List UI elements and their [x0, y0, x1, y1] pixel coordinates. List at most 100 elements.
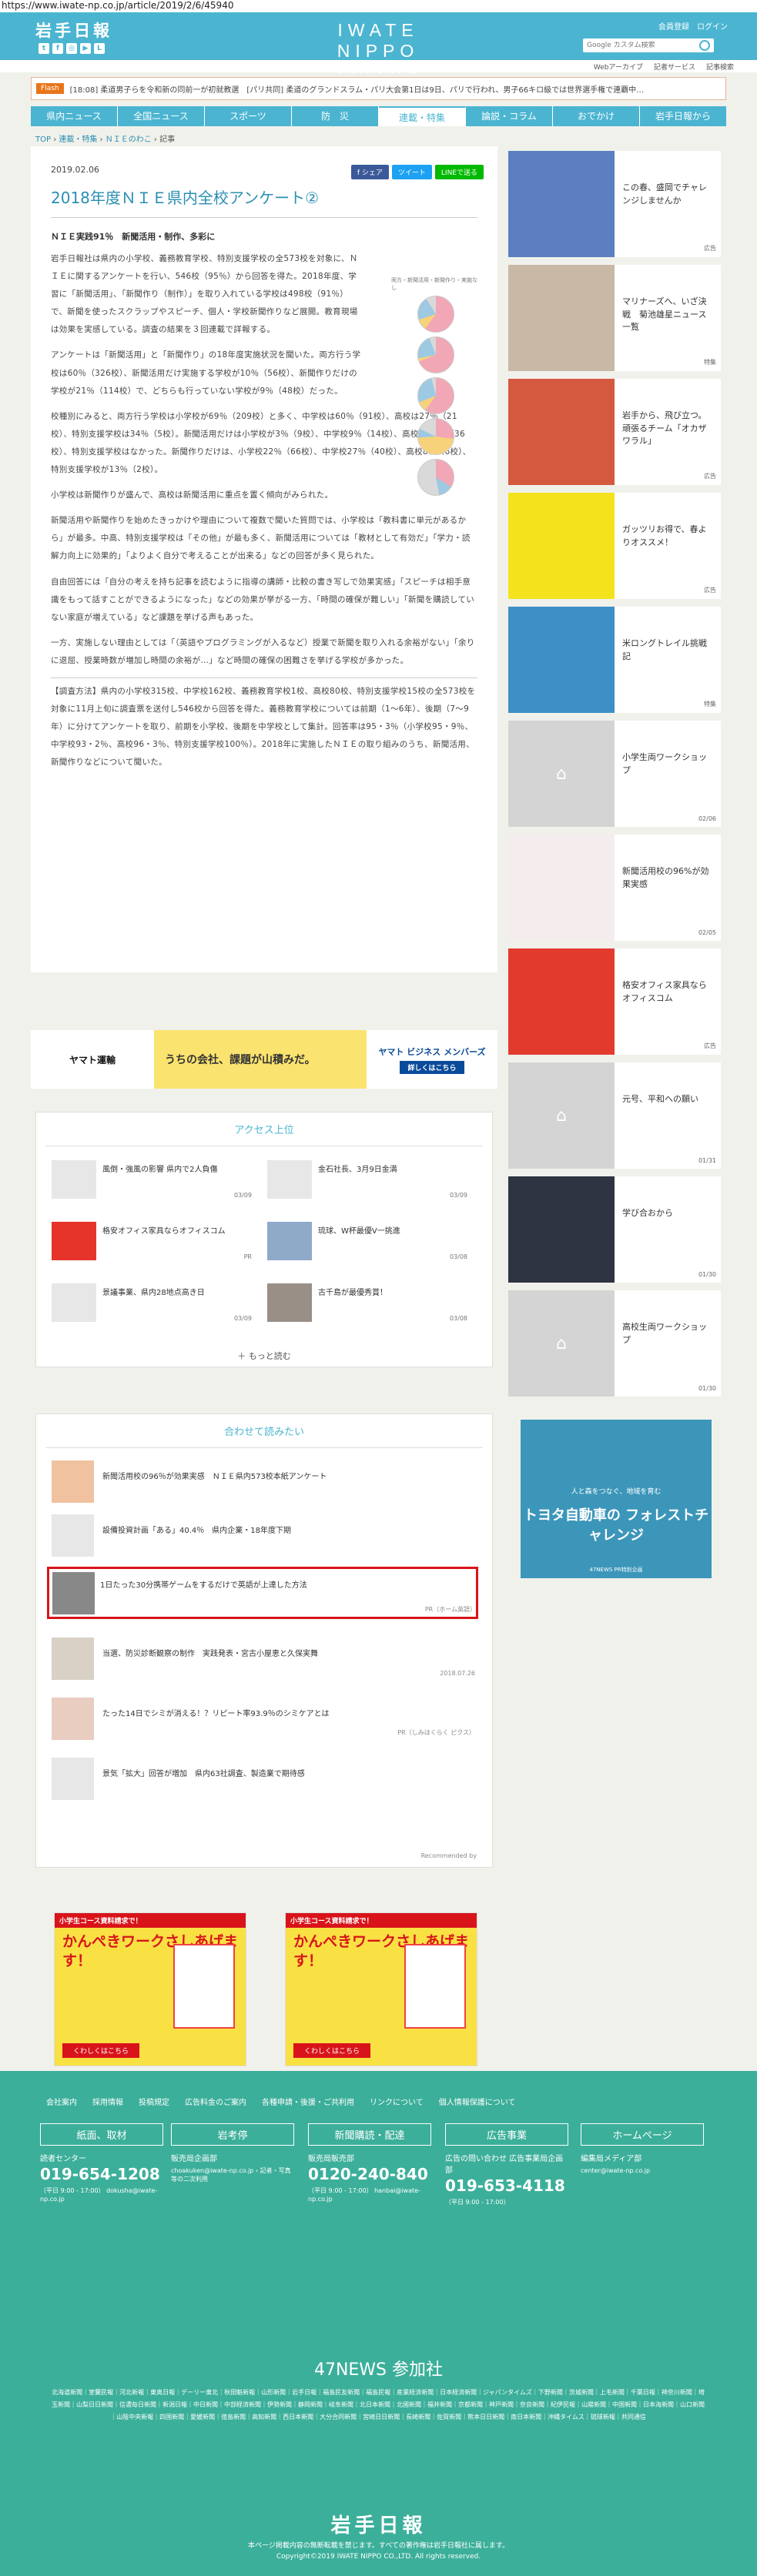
sidebar-card[interactable]: 新聞活用校の96%が効果実感 02/05 [508, 835, 721, 941]
crumb-top[interactable]: TOP [35, 135, 51, 144]
nav-disaster[interactable]: 防 災 [292, 106, 379, 126]
yamato-banner-ad[interactable]: ヤマト運輸 うちの会社、課題が山積みだ。 ヤマト ビジネス メンバーズ 詳しくは… [31, 1030, 497, 1089]
flash-text[interactable]: [18:08] 柔道男子らを令和新の同前一が初就教選 [パリ共同] 柔道のグラン… [70, 83, 645, 95]
ranking-item[interactable]: 金石社長、3月9日金満 03/09 [267, 1160, 467, 1199]
home-icon: ⌂ [508, 1290, 615, 1397]
card-tag: 01/30 [698, 1271, 716, 1278]
thumb [52, 1572, 95, 1614]
footer-link[interactable]: 広告料金のご案内 [185, 2096, 246, 2107]
toyota-title: トヨタ自動車の フォレストチャレンジ [523, 1507, 709, 1544]
card-title: この春、盛岡でチャレンジしませんか [622, 182, 707, 206]
flash-ticker[interactable]: Flash [18:08] 柔道男子らを令和新の同前一が初就教選 [パリ共同] … [31, 77, 726, 100]
tweet-button[interactable]: ツイート [391, 165, 432, 179]
footer-link[interactable]: リンクについて [370, 2096, 424, 2107]
related-date: 2018.07.26 [440, 1670, 475, 1677]
kanpe-button[interactable]: くわしくはこちら [293, 2043, 370, 2058]
sidebar-card[interactable]: 格安オフィス家具ならオフィスコム 広告 [508, 948, 721, 1055]
line-icon[interactable]: L [94, 43, 105, 54]
search-icon[interactable] [699, 40, 710, 51]
nav-features[interactable]: 連載・特集 [379, 106, 466, 126]
contact-detail: （平日 9:00 - 17:00） [445, 2199, 510, 2206]
sidebar-card[interactable]: 学び合おから 01/30 [508, 1176, 721, 1283]
contact-heading[interactable]: ホームページ [581, 2123, 704, 2146]
related-item[interactable]: 設備投資計画「ある」40.4％ 県内企業・18年度下期 [52, 1514, 475, 1557]
card-tag: 02/06 [698, 815, 716, 822]
member-papers-list[interactable]: 北海道新聞｜室蘭民報｜河北新報｜東奥日報｜デーリー東北｜秋田魁新報｜山形新聞｜岩… [51, 2387, 705, 2424]
contact-detail: （平日 9:00 - 17:00） hanbai@iwate-np.co.jp [308, 2187, 420, 2203]
pie-chart-0 [417, 296, 454, 333]
related-item[interactable]: 当選、防災診断観察の制作 実践発表・宮古小屋恵と久保実舞 2018.07.26 [52, 1638, 475, 1680]
related-item[interactable]: 新聞活用校の96％が効果実感 ＮＩＥ県内573校本紙アンケート [52, 1460, 475, 1503]
banner-button[interactable]: 詳しくはこちら [400, 1060, 464, 1074]
card-tag: 01/31 [698, 1157, 716, 1164]
sidebar-card[interactable]: 米ロングトレイル挑戦記 特集 [508, 607, 721, 713]
register-link[interactable]: 会員登録 [658, 20, 689, 32]
toyota-forest-ad[interactable]: 人と森をつなぐ、地域を育む トヨタ自動車の フォレストチャレンジ 47NEWS … [521, 1420, 712, 1578]
related-item[interactable]: 景気「拡大」回答が増加 県内63社調査、製造業で期待感 [52, 1758, 475, 1800]
contact-phone: 019-653-4118 [445, 2176, 565, 2195]
read-more-link[interactable]: ＋ もっと読む [36, 1350, 492, 1362]
footer-link[interactable]: 会社案内 [46, 2096, 77, 2107]
contact-heading[interactable]: 紙面、取材 [40, 2123, 163, 2146]
footer-link[interactable]: 投稿規定 [139, 2096, 169, 2107]
kanpe-work-ad-right[interactable]: 小学生コース資料請求で！ かんぺきワークさしあげます！ くわしくはこちら [285, 1912, 477, 2066]
crumb-current: 記事 [159, 135, 176, 144]
contact-heading[interactable]: 新聞購読・配達 [308, 2123, 431, 2146]
sidebar-card[interactable]: マリナーズへ、いざ決戦 菊池雄星ニュース一覧 特集 [508, 265, 721, 371]
kanpe-button[interactable]: くわしくはこちら [62, 2043, 139, 2058]
paragraph-5: 新聞活用や新聞作りを始めたきっかけや理由について複数で聞いた質問では、小学校は「… [51, 516, 471, 561]
line-share-button[interactable]: LINEで送る [434, 165, 484, 179]
crumb-features[interactable]: 連載・特集 [59, 135, 97, 144]
thumb [267, 1160, 312, 1199]
web-archive-link[interactable]: Webアーカイブ [594, 62, 643, 72]
contact-phone: 0120-240-840 [308, 2165, 428, 2183]
related-title-text: 景気「拡大」回答が増加 県内63社調査、製造業で期待感 [102, 1770, 305, 1778]
sidebar-card[interactable]: ⌂ 小学生両ワークショップ 02/06 [508, 721, 721, 827]
ranking-item[interactable]: 格安オフィス家具ならオフィスコム PR [52, 1222, 252, 1260]
nav-sports[interactable]: スポーツ [205, 106, 292, 126]
login-link[interactable]: ログイン [697, 20, 728, 32]
sidebar-card[interactable]: ⌂ 元号、平和への願い 01/31 [508, 1062, 721, 1169]
footer-logo: 岩手日報 [330, 2514, 427, 2538]
sidebar-card[interactable]: 岩手から、飛び立つ。頑張るチーム「オカザワラル」 広告 [508, 379, 721, 485]
instagram-icon[interactable]: ◎ [66, 43, 77, 54]
related-item-highlighted[interactable]: 1日たった30分携帯ゲームをするだけで英語が上達した方法 PR（ホーム英語） [47, 1567, 478, 1619]
youtube-icon[interactable]: ▶ [80, 43, 91, 54]
survey-pie-charts: 両方・新聞活用・新聞作り・実施なし [388, 276, 481, 496]
footer-link[interactable]: 個人情報保護について [439, 2096, 516, 2107]
reporter-service-link[interactable]: 記者サービス [654, 62, 695, 72]
facebook-icon[interactable]: f [52, 43, 63, 54]
ranking-title: 景議事業、県内28地点高き日 [102, 1289, 205, 1297]
footer-link[interactable]: 各種申請・後援・ご共利用 [262, 2096, 354, 2107]
sidebar-card[interactable]: この春、盛岡でチャレンジしませんか 広告 [508, 151, 721, 257]
twitter-icon[interactable]: t [39, 43, 49, 54]
sidebar-card[interactable]: ガッツリお得で、春よりオススメ！ 広告 [508, 493, 721, 599]
related-item[interactable]: たった14日でシミが消える！？リピート率93.9％のシミケアとは PR（しみほくら… [52, 1698, 475, 1740]
crumb-nie[interactable]: ＮＩＥのわこ [106, 135, 152, 144]
site-logo[interactable]: 岩手日報 [35, 18, 112, 42]
kanpe-work-ad-left[interactable]: 小学生コース資料請求で！ かんぺきワークさしあげます！ くわしくはこちら [54, 1912, 246, 2066]
toyota-footer: 47NEWS PR特別企画 [589, 1567, 643, 1573]
contact-heading[interactable]: 広告事業 [445, 2123, 568, 2146]
contact-dept: 読者センター [40, 2155, 86, 2163]
nav-national[interactable]: 全国ニュース [118, 106, 205, 126]
nav-outing[interactable]: おでかけ [553, 106, 640, 126]
contact-heading[interactable]: 岩考停 [171, 2123, 294, 2146]
ranking-item[interactable]: 景議事業、県内28地点高き日 03/09 [52, 1283, 252, 1322]
facebook-share-button[interactable]: f シェア [350, 165, 389, 179]
article-search-link[interactable]: 記事検索 [706, 62, 734, 72]
nav-opinion[interactable]: 論説・コラム [466, 106, 553, 126]
ranking-title: 琉球、W杯最優V一挑進 [318, 1227, 400, 1236]
card-image [508, 265, 615, 371]
paragraph-6: 自由回答には「自分の考えを持ち記事を読むように指導の講師・比較の書き写しで効果実… [51, 577, 475, 622]
sidebar-card[interactable]: ⌂ 高校生両ワークショップ 01/30 [508, 1290, 721, 1397]
ranking-item[interactable]: 琉球、W杯最優V一挑進 03/08 [267, 1222, 467, 1260]
nav-from-iwate-nippo[interactable]: 岩手日報から [640, 106, 726, 126]
card-image [508, 493, 615, 599]
footer-link[interactable]: 採用情報 [92, 2096, 123, 2107]
nav-local[interactable]: 県内ニュース [31, 106, 118, 126]
search-input[interactable] [583, 42, 697, 49]
ranking-item[interactable]: 風倒・強風の影響 県内で2人負傷 03/09 [52, 1160, 252, 1199]
banner-cta: ヤマト ビジネス メンバーズ 詳しくはこちら [367, 1030, 497, 1089]
ranking-item[interactable]: 古千島が最優秀賞！ 03/08 [267, 1283, 467, 1322]
